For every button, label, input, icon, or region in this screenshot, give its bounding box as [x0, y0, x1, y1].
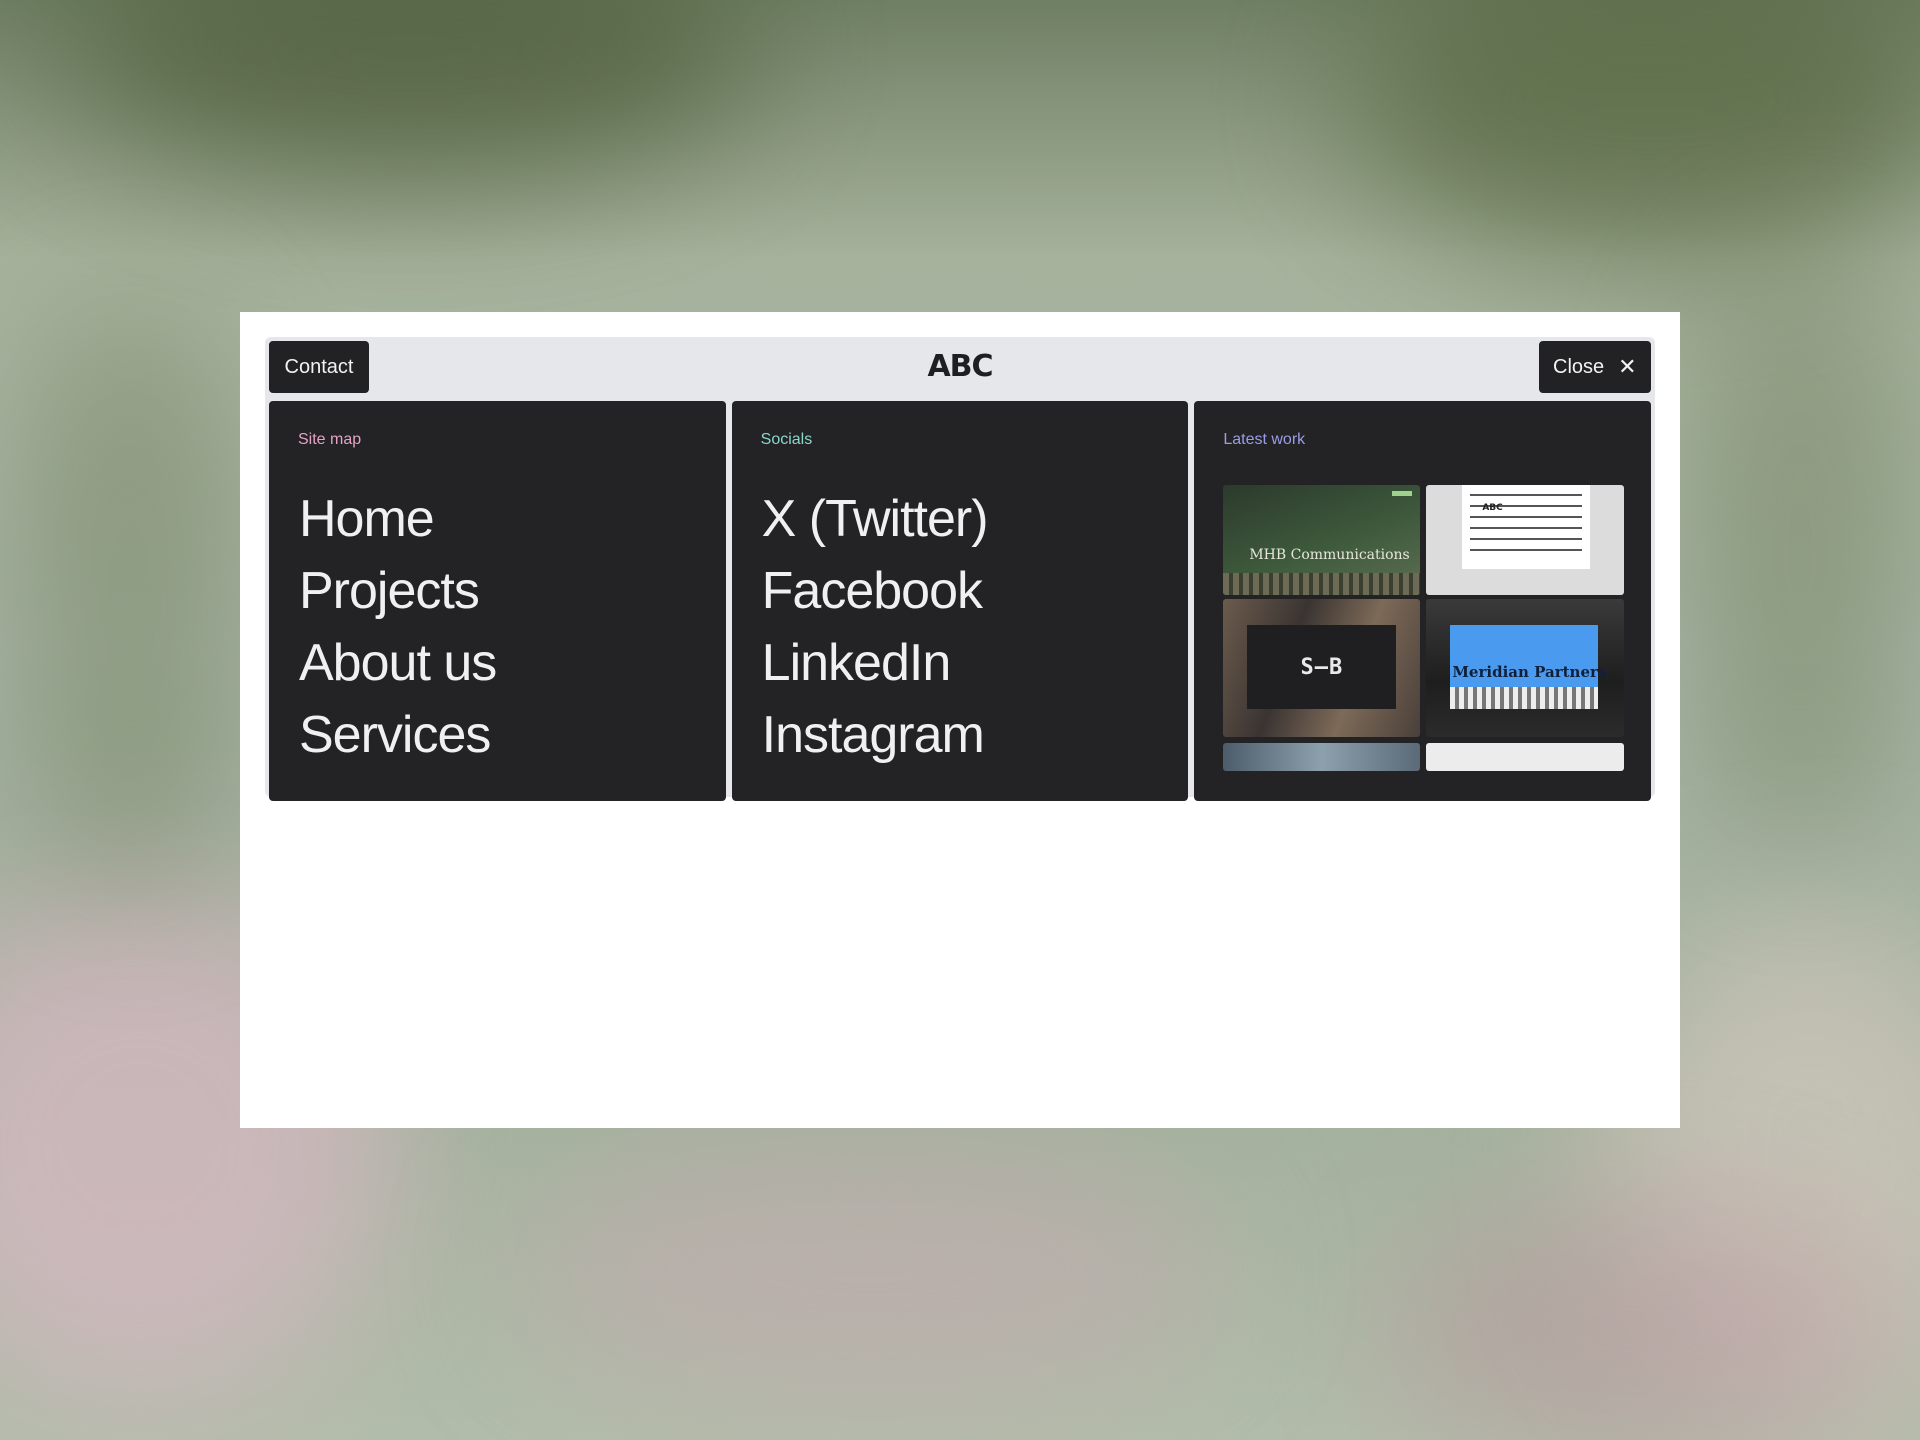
- project-thumbnail-document[interactable]: ABC: [1426, 485, 1625, 595]
- close-menu-button[interactable]: Close ✕: [1539, 341, 1651, 393]
- site-logo[interactable]: ABC: [265, 349, 1655, 384]
- site-page: Contact ABC Close ✕ Site map Home Projec…: [240, 312, 1680, 1128]
- project-thumbnail-partial[interactable]: [1426, 743, 1625, 771]
- social-links: X (Twitter) Facebook LinkedIn Instagram: [762, 483, 989, 771]
- latest-work-panel: Latest work MHB Communications ABC S—B M…: [1194, 401, 1651, 801]
- project-thumbnail-partial[interactable]: [1223, 743, 1421, 771]
- sitemap-heading: Site map: [298, 431, 362, 448]
- social-link-facebook[interactable]: Facebook: [762, 555, 988, 627]
- social-link-linkedin[interactable]: LinkedIn: [762, 627, 988, 699]
- thumbnail-logo: ABC: [1482, 503, 1503, 513]
- project-thumbnail-mhb[interactable]: MHB Communications: [1223, 485, 1421, 595]
- socials-heading: Socials: [760, 431, 813, 448]
- nav-link-services[interactable]: Services: [299, 699, 496, 771]
- social-link-instagram[interactable]: Instagram: [762, 699, 988, 771]
- social-link-x-twitter[interactable]: X (Twitter): [762, 483, 989, 555]
- thumbnail-mark: S—B: [1247, 625, 1397, 709]
- menu-panels: Site map Home Projects About us Services…: [269, 401, 1651, 801]
- thumbnail-caption: Meridian Partners.: [1452, 663, 1612, 681]
- sitemap-links: Home Projects About us Services: [299, 483, 497, 771]
- project-thumbnail-meridian[interactable]: Meridian Partners.: [1426, 599, 1625, 737]
- nav-link-about-us[interactable]: About us: [299, 627, 497, 699]
- menu-top-bar: Contact ABC Close ✕: [265, 337, 1655, 397]
- thumbnail-caption: MHB Communications: [1249, 547, 1410, 563]
- sitemap-panel: Site map Home Projects About us Services: [269, 401, 726, 801]
- nav-link-home[interactable]: Home: [299, 483, 496, 555]
- close-button-label: Close: [1553, 355, 1605, 378]
- navigation-menu: Contact ABC Close ✕ Site map Home Projec…: [265, 337, 1655, 801]
- close-icon: ✕: [1618, 354, 1637, 379]
- project-thumbnail-sb[interactable]: S—B: [1223, 599, 1421, 737]
- nav-link-projects[interactable]: Projects: [299, 555, 496, 627]
- latest-work-heading: Latest work: [1223, 431, 1306, 448]
- latest-work-gallery: MHB Communications ABC S—B Meridian Part…: [1223, 485, 1625, 771]
- socials-panel: Socials X (Twitter) Facebook LinkedIn In…: [731, 401, 1189, 801]
